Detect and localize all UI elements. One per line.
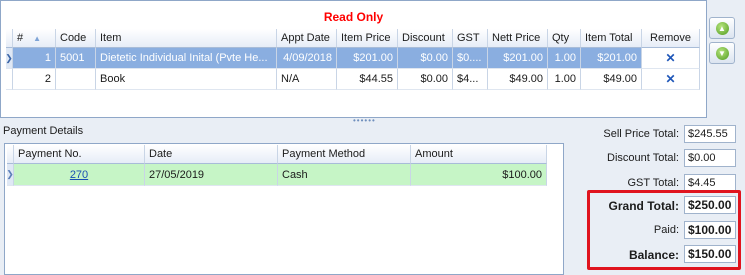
cell-discount: $0.00 bbox=[398, 48, 453, 69]
row-indicator bbox=[6, 69, 13, 90]
balance-label: Balance: bbox=[628, 248, 679, 262]
cell-payment-method: Cash bbox=[278, 164, 411, 186]
payments-grid: Payment No. Date Payment Method Amount ❯… bbox=[7, 145, 557, 187]
balance-field: $150.00 bbox=[684, 245, 736, 263]
cell-item-total: $201.00 bbox=[581, 48, 642, 69]
sort-ascending-icon: ▲ bbox=[33, 33, 42, 43]
payment-row[interactable]: ❯ 270 27/05/2019 Cash $100.00 bbox=[7, 164, 547, 186]
invoice-items-panel: Read Only # ▲ Code Item Appt Date Item P… bbox=[0, 0, 707, 118]
grand-total-label: Grand Total: bbox=[608, 199, 679, 213]
cell-discount: $0.00 bbox=[398, 69, 453, 90]
col-header-item-price[interactable]: Item Price bbox=[337, 29, 398, 48]
col-header-nett-price[interactable]: Nett Price bbox=[488, 29, 548, 48]
cell-item-price: $201.00 bbox=[337, 48, 398, 69]
col-header-num[interactable]: # ▲ bbox=[13, 29, 56, 48]
cell-amount: $100.00 bbox=[411, 164, 547, 186]
move-up-button[interactable]: ▲ bbox=[709, 17, 735, 39]
move-down-icon: ▼ bbox=[715, 46, 729, 60]
move-down-button[interactable]: ▼ bbox=[709, 42, 735, 64]
cell-item: Dietetic Individual Inital (Pvte He... bbox=[96, 48, 277, 69]
col-header-item[interactable]: Item bbox=[96, 29, 277, 48]
row-indicator-icon: ❯ bbox=[6, 48, 13, 69]
col-header-gst[interactable]: GST bbox=[453, 29, 488, 48]
cell-num: 1 bbox=[13, 48, 56, 69]
discount-total-label: Discount Total: bbox=[607, 152, 679, 164]
cell-code bbox=[56, 69, 96, 90]
col-header-payment-no[interactable]: Payment No. bbox=[14, 145, 145, 164]
col-header-date[interactable]: Date bbox=[145, 145, 278, 164]
discount-total-field: $0.00 bbox=[684, 149, 736, 167]
payments-grid-header: Payment No. Date Payment Method Amount bbox=[7, 145, 547, 164]
cell-nett-price: $201.00 bbox=[488, 48, 548, 69]
remove-cell: ✕ bbox=[642, 48, 700, 69]
col-header-payment-method[interactable]: Payment Method bbox=[278, 145, 411, 164]
item-row[interactable]: 2 Book N/A $44.55 $0.00 $4... $49.00 1.0… bbox=[6, 69, 700, 90]
col-header-remove[interactable]: Remove bbox=[642, 29, 700, 48]
move-up-icon: ▲ bbox=[715, 21, 729, 35]
cell-qty: 1.00 bbox=[548, 48, 581, 69]
read-only-banner: Read Only bbox=[323, 10, 384, 24]
remove-cell: ✕ bbox=[642, 69, 700, 90]
payment-number-link[interactable]: 270 bbox=[70, 169, 88, 181]
cell-payment-no: 270 bbox=[14, 164, 145, 186]
cell-item: Book bbox=[96, 69, 277, 90]
paid-field: $100.00 bbox=[684, 221, 736, 239]
cell-appt-date: 4/09/2018 bbox=[277, 48, 337, 69]
col-header-qty[interactable]: Qty bbox=[548, 29, 581, 48]
col-header-appt-date[interactable]: Appt Date bbox=[277, 29, 337, 48]
row-indicator-header bbox=[7, 145, 14, 164]
grand-total-field: $250.00 bbox=[684, 196, 736, 214]
splitter-grip-icon[interactable]: •••••• bbox=[353, 118, 383, 123]
col-header-amount[interactable]: Amount bbox=[411, 145, 547, 164]
row-indicator-header bbox=[6, 29, 13, 48]
row-indicator-icon: ❯ bbox=[7, 164, 14, 186]
col-header-item-total[interactable]: Item Total bbox=[581, 29, 642, 48]
col-header-discount[interactable]: Discount bbox=[398, 29, 453, 48]
item-row[interactable]: ❯ 1 5001 Dietetic Individual Inital (Pvt… bbox=[6, 48, 700, 69]
items-grid: # ▲ Code Item Appt Date Item Price Disco… bbox=[6, 29, 706, 91]
remove-icon[interactable]: ✕ bbox=[665, 72, 675, 86]
remove-icon[interactable]: ✕ bbox=[665, 51, 675, 65]
items-grid-header: # ▲ Code Item Appt Date Item Price Disco… bbox=[6, 29, 700, 48]
cell-date: 27/05/2019 bbox=[145, 164, 278, 186]
paid-label: Paid: bbox=[653, 224, 679, 236]
cell-gst: $0.... bbox=[453, 48, 488, 69]
cell-gst: $4... bbox=[453, 69, 488, 90]
cell-nett-price: $49.00 bbox=[488, 69, 548, 90]
cell-appt-date: N/A bbox=[277, 69, 337, 90]
gst-total-label: GST Total: bbox=[627, 177, 679, 189]
cell-num: 2 bbox=[13, 69, 56, 90]
sell-price-total-field: $245.55 bbox=[684, 125, 736, 143]
cell-code: 5001 bbox=[56, 48, 96, 69]
payment-details-title: Payment Details bbox=[3, 125, 84, 137]
cell-qty: 1.00 bbox=[548, 69, 581, 90]
col-header-code[interactable]: Code bbox=[56, 29, 96, 48]
sell-price-total-label: Sell Price Total: bbox=[603, 128, 679, 140]
cell-item-price: $44.55 bbox=[337, 69, 398, 90]
cell-item-total: $49.00 bbox=[581, 69, 642, 90]
payment-details-panel: Payment No. Date Payment Method Amount ❯… bbox=[4, 143, 564, 275]
